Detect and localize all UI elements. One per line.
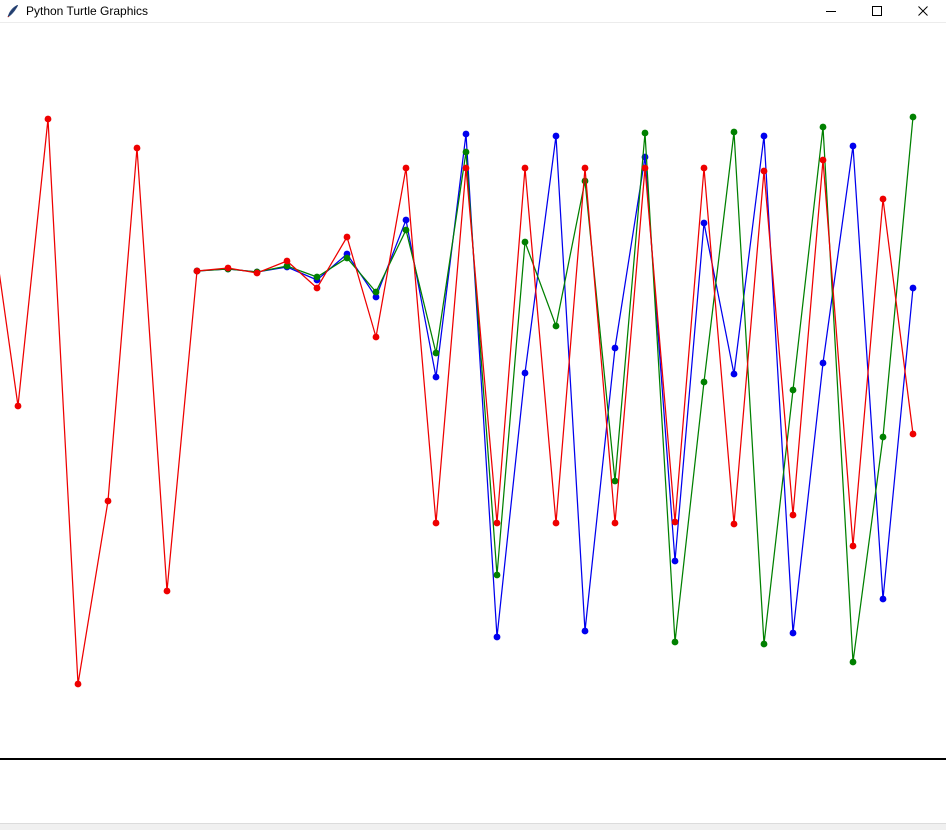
series-red-dot — [15, 403, 22, 410]
series-blue-line — [197, 134, 913, 637]
series-red-dot — [403, 165, 410, 172]
series-blue-dot — [672, 558, 679, 565]
series-red-dot — [45, 116, 52, 123]
series-blue-dot — [403, 217, 410, 224]
series-red-dot — [790, 512, 797, 519]
series-blue-dot — [731, 371, 738, 378]
series-green-dot — [553, 323, 560, 330]
series-green-line — [197, 117, 913, 662]
series-red-dot — [701, 165, 708, 172]
series-green-dot — [612, 478, 619, 485]
series-red-dot — [314, 285, 321, 292]
series-green-dot — [463, 149, 470, 156]
series-red-dot — [642, 165, 649, 172]
series-red-dot — [344, 234, 351, 241]
window-bottom-edge — [0, 823, 946, 830]
series-red-dot — [910, 431, 917, 438]
maximize-icon — [872, 6, 882, 16]
series-red-dot — [731, 521, 738, 528]
series-red-dot — [553, 520, 560, 527]
series-blue-dot — [582, 628, 589, 635]
window-controls — [808, 0, 946, 22]
series-red-dot — [134, 145, 141, 152]
series-green-dot — [761, 641, 768, 648]
series-red-dot — [494, 520, 501, 527]
series-red-dot — [225, 265, 232, 272]
series-green-dot — [850, 659, 857, 666]
series-blue-dot — [553, 133, 560, 140]
series-blue-dot — [522, 370, 529, 377]
series-red-dot — [164, 588, 171, 595]
series-green-dot — [582, 178, 589, 185]
series-green-dot — [314, 274, 321, 281]
series-green-dot — [790, 387, 797, 394]
series-green-dot — [344, 255, 351, 262]
series-green-dot — [701, 379, 708, 386]
window-title: Python Turtle Graphics — [26, 0, 148, 22]
series-green-dot — [731, 129, 738, 136]
series-blue-dot — [880, 596, 887, 603]
series-blue-dot — [494, 634, 501, 641]
series-green-dot — [642, 130, 649, 137]
series-red-dot — [582, 165, 589, 172]
minimize-button[interactable] — [808, 0, 854, 22]
series-green-dot — [494, 572, 501, 579]
series-red-line — [0, 119, 913, 684]
close-button[interactable] — [900, 0, 946, 22]
series-blue-dot — [463, 131, 470, 138]
series-green-dot — [820, 124, 827, 131]
series-red-dot — [194, 268, 201, 275]
series-red-dot — [75, 681, 82, 688]
series-red-dot — [850, 543, 857, 550]
close-icon — [918, 6, 928, 16]
series-red-dot — [880, 196, 887, 203]
python-feather-icon — [6, 4, 20, 18]
series-green-dot — [522, 239, 529, 246]
series-red-dot — [254, 270, 261, 277]
series-red-dot — [463, 165, 470, 172]
title-bar: Python Turtle Graphics — [0, 0, 946, 23]
series-red-dot — [820, 157, 827, 164]
series-red-dot — [373, 334, 380, 341]
series-green-dot — [910, 114, 917, 121]
series-blue-dot — [790, 630, 797, 637]
turtle-drawing — [0, 0, 946, 830]
series-blue-dot — [701, 220, 708, 227]
series-green-dot — [433, 350, 440, 357]
series-blue-dot — [850, 143, 857, 150]
series-red-dot — [522, 165, 529, 172]
series-red-dot — [612, 520, 619, 527]
series-green-dot — [880, 434, 887, 441]
series-blue-dot — [433, 374, 440, 381]
series-blue-dot — [761, 133, 768, 140]
series-blue-dot — [910, 285, 917, 292]
turtle-canvas — [0, 0, 946, 830]
series-blue-dot — [820, 360, 827, 367]
series-red-dot — [284, 258, 291, 265]
maximize-button[interactable] — [854, 0, 900, 22]
series-blue-dot — [612, 345, 619, 352]
series-red-dot — [761, 168, 768, 175]
series-red-dot — [105, 498, 112, 505]
series-red-dot — [433, 520, 440, 527]
series-green-dot — [373, 289, 380, 296]
series-green-dot — [403, 227, 410, 234]
series-green-dot — [672, 639, 679, 646]
minimize-icon — [826, 6, 836, 16]
series-red-dot — [672, 519, 679, 526]
